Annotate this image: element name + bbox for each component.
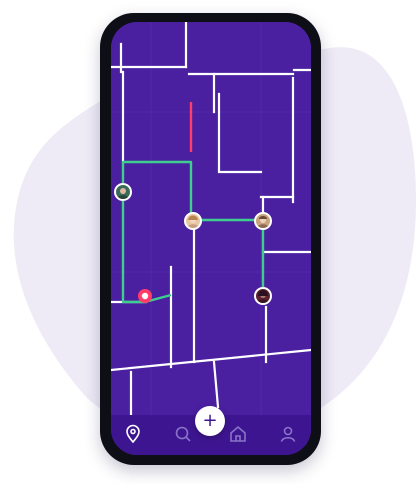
- avatar-right[interactable]: [254, 212, 272, 230]
- plus-icon: +: [202, 410, 218, 431]
- phone-screen: +: [111, 22, 311, 455]
- tab-location[interactable]: [122, 423, 144, 445]
- map-view[interactable]: [111, 22, 311, 455]
- tab-search[interactable]: [172, 423, 194, 445]
- tab-home[interactable]: [227, 423, 249, 445]
- avatar-left[interactable]: [114, 183, 132, 201]
- avatar-bottom[interactable]: [254, 287, 272, 305]
- tab-profile[interactable]: [277, 423, 299, 445]
- avatar-center[interactable]: [184, 212, 202, 230]
- search-icon: [175, 426, 191, 442]
- home-icon: [230, 425, 246, 442]
- location-pin-icon: [126, 424, 140, 444]
- profile-icon: [280, 426, 296, 442]
- add-button[interactable]: +: [195, 406, 225, 436]
- location-pin-marker: [138, 289, 152, 303]
